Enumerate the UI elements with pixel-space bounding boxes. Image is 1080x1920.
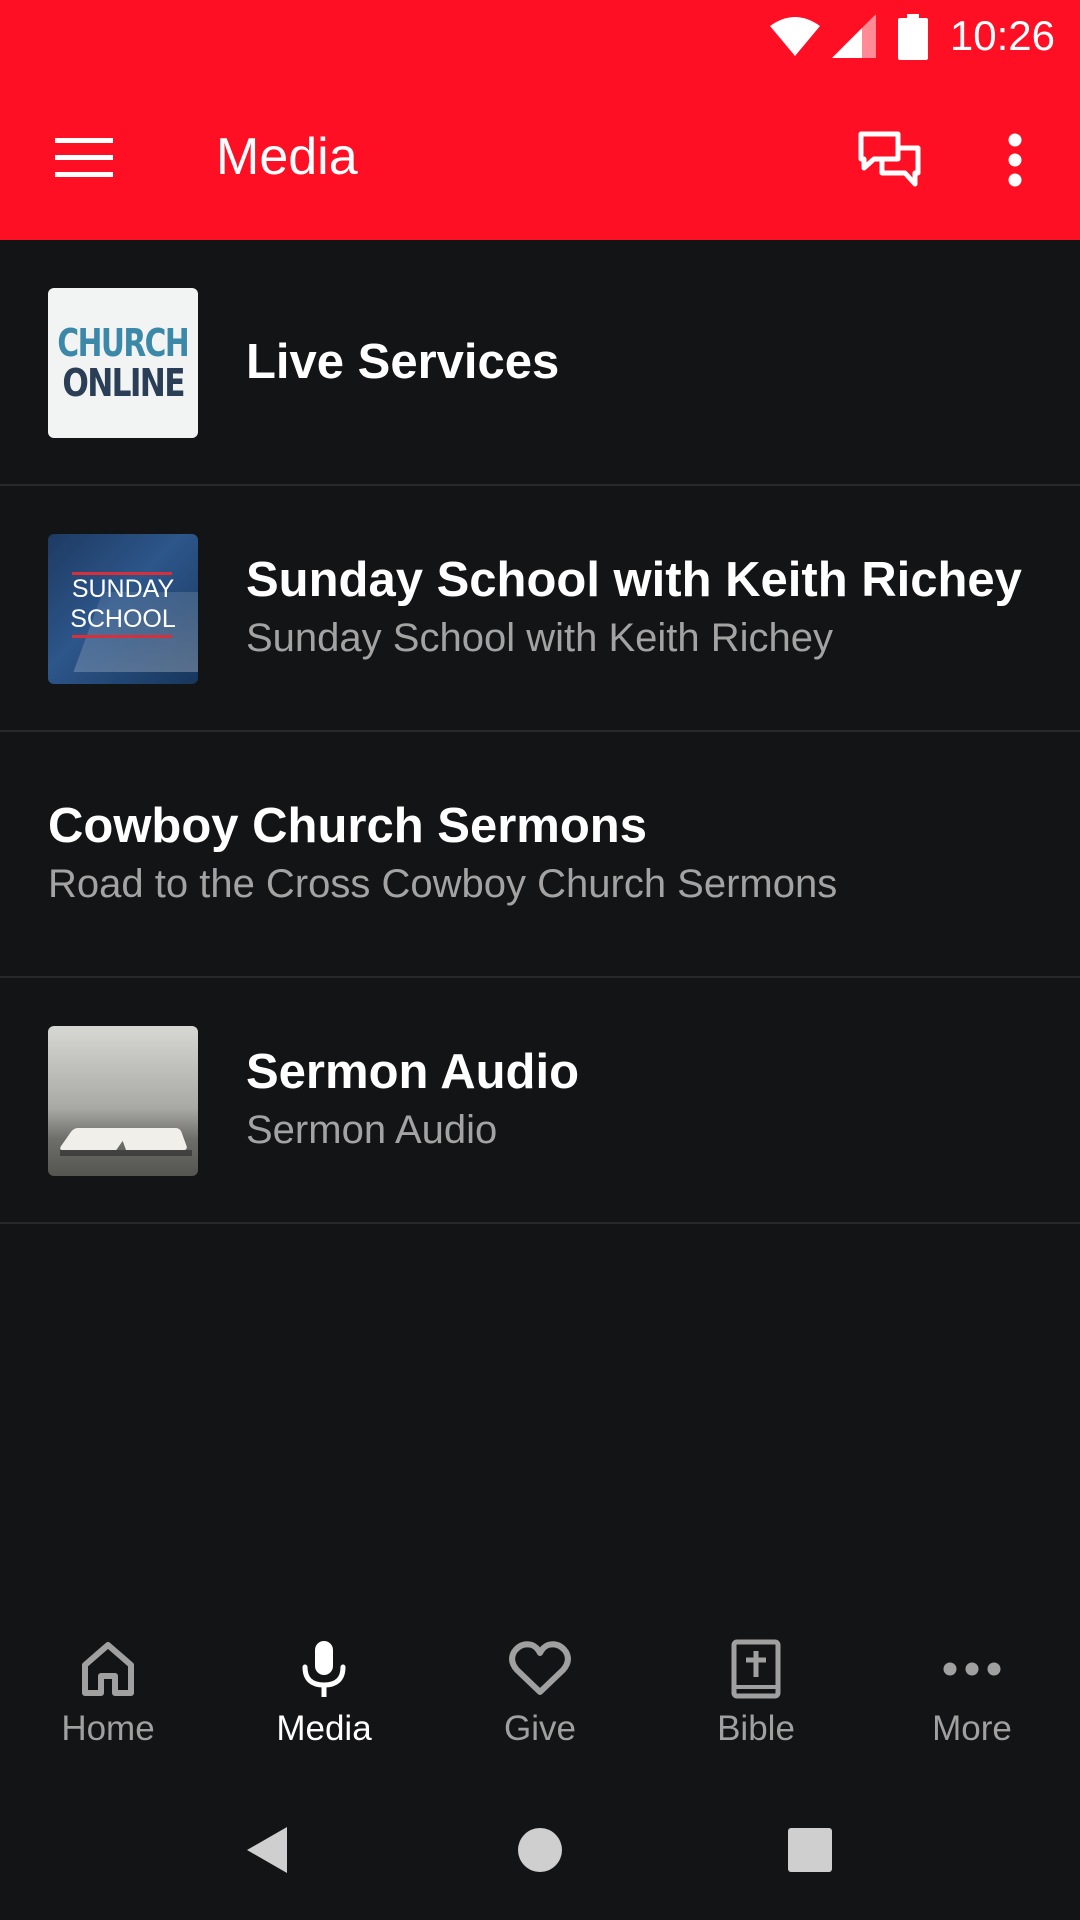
- list-item-subtitle: Road to the Cross Cowboy Church Sermons: [48, 862, 838, 906]
- thumbnail-text-line1: SUNDAY: [71, 575, 175, 603]
- sunday-school-thumbnail: SUNDAY SCHOOL: [48, 534, 198, 684]
- church-online-thumbnail: CHURCH ONLINE: [48, 288, 198, 438]
- recents-square-icon: [788, 1828, 832, 1872]
- list-item-subtitle: Sunday School with Keith Richey: [246, 616, 833, 660]
- page-title: Media: [216, 128, 358, 186]
- list-item-title: Cowboy Church Sermons: [48, 799, 647, 853]
- heart-icon: [509, 1641, 571, 1695]
- list-item-title: Live Services: [246, 335, 560, 389]
- home-icon: [82, 1642, 134, 1696]
- media-item-cowboy-church[interactable]: Cowboy Church Sermons Road to the Cross …: [0, 732, 1080, 978]
- home-circle-icon: [518, 1828, 562, 1872]
- list-item-title: Sermon Audio: [246, 1045, 580, 1099]
- system-back-button[interactable]: [222, 1805, 312, 1895]
- nav-media[interactable]: Media: [216, 1595, 432, 1775]
- media-item-sermon-audio[interactable]: Sermon Audio Sermon Audio: [0, 978, 1080, 1224]
- bottom-navigation: Home Media Give Bible More: [0, 1595, 1080, 1775]
- app-header: 10:26 Media: [0, 0, 1080, 240]
- media-list: CHURCH ONLINE Live Services SUNDAY SCHOO…: [0, 240, 1080, 1224]
- book-shadow: [60, 1150, 192, 1156]
- overflow-menu-button[interactable]: [975, 115, 1055, 205]
- menu-icon: [55, 138, 113, 177]
- nav-give[interactable]: Give: [432, 1595, 648, 1775]
- open-bible-thumbnail: [48, 1026, 198, 1176]
- more-dots-icon: [943, 1662, 1001, 1676]
- nav-label-bible: Bible: [717, 1709, 795, 1748]
- thumbnail-divider: [72, 635, 172, 638]
- back-icon: [247, 1827, 287, 1873]
- system-navigation-bar: [0, 1775, 1080, 1920]
- nav-bible[interactable]: Bible: [648, 1595, 864, 1775]
- nav-home[interactable]: Home: [0, 1595, 216, 1775]
- list-item-text: Cowboy Church Sermons Road to the Cross …: [48, 732, 1040, 976]
- app-bar: Media: [0, 75, 1080, 240]
- list-item-subtitle: Sermon Audio: [246, 1108, 498, 1152]
- thumbnail-text-line2: ONLINE: [62, 361, 185, 405]
- list-item-text: Sermon Audio Sermon Audio: [246, 978, 1040, 1222]
- media-item-sunday-school[interactable]: SUNDAY SCHOOL Sunday School with Keith R…: [0, 486, 1080, 732]
- system-home-button[interactable]: [495, 1805, 585, 1895]
- nav-more[interactable]: More: [864, 1595, 1080, 1775]
- nav-label-more: More: [932, 1709, 1012, 1748]
- overflow-menu-icon: [1008, 133, 1022, 187]
- list-item-title: Sunday School with Keith Richey: [246, 553, 1022, 607]
- nav-label-give: Give: [504, 1709, 576, 1748]
- list-item-text: Live Services: [246, 240, 1040, 484]
- bible-icon: [731, 1639, 781, 1699]
- chat-button[interactable]: [840, 115, 940, 205]
- wifi-icon: [770, 17, 820, 56]
- nav-label-media: Media: [276, 1709, 372, 1748]
- battery-icon: [898, 14, 928, 60]
- microphone-icon: [302, 1641, 346, 1697]
- menu-button[interactable]: [30, 113, 138, 203]
- status-bar: 10:26: [0, 0, 1080, 75]
- cell-signal-icon: [832, 14, 876, 58]
- list-item-text: Sunday School with Keith Richey Sunday S…: [246, 486, 1040, 730]
- thumbnail-text-line1: CHURCH: [57, 321, 190, 365]
- system-recents-button[interactable]: [765, 1805, 855, 1895]
- book-page-right: [117, 1128, 189, 1150]
- status-time: 10:26: [949, 12, 1055, 59]
- nav-label-home: Home: [61, 1709, 155, 1748]
- thumbnail-text-line2: SCHOOL: [70, 605, 176, 633]
- chat-icon: [858, 131, 921, 187]
- media-item-live-services[interactable]: CHURCH ONLINE Live Services: [0, 240, 1080, 486]
